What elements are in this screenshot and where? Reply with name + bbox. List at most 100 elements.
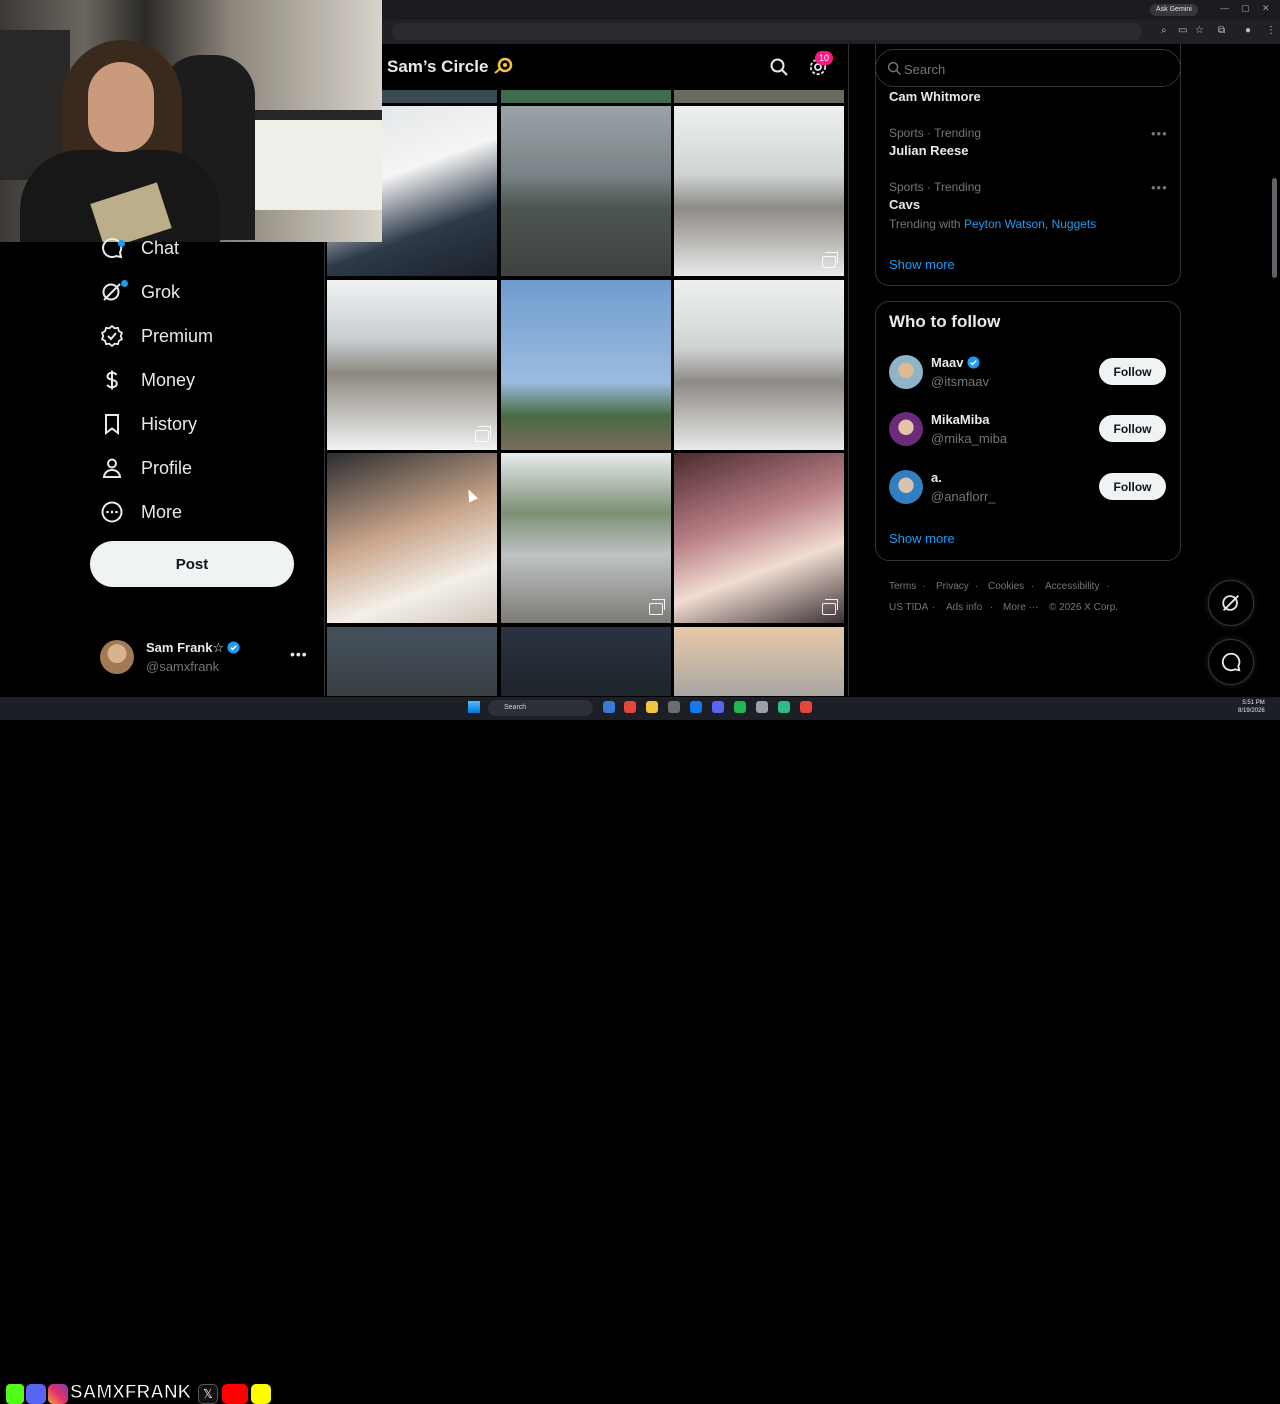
messages-fab[interactable] bbox=[1208, 639, 1254, 685]
suggestion-handle: @mika_miba bbox=[931, 431, 1008, 446]
trend-name[interactable]: Cam Whitmore bbox=[889, 89, 981, 104]
browser-menu-icon[interactable]: ⋮ bbox=[1266, 25, 1276, 36]
media-tile[interactable] bbox=[327, 453, 497, 623]
media-tile[interactable] bbox=[327, 280, 497, 450]
nav-label: Chat bbox=[141, 237, 180, 258]
footer-link-us-tida[interactable]: US TIDA bbox=[889, 602, 928, 613]
media-tile[interactable] bbox=[501, 280, 671, 450]
media-tile[interactable] bbox=[674, 627, 844, 696]
follow-suggestion[interactable]: Maav @itsmaav Follow bbox=[889, 355, 1169, 395]
media-tile[interactable] bbox=[327, 627, 497, 696]
media-tile[interactable] bbox=[501, 90, 671, 103]
media-tile[interactable] bbox=[674, 280, 844, 450]
taskbar-search[interactable]: Search bbox=[488, 700, 593, 716]
trend-name[interactable]: Julian Reese bbox=[889, 143, 969, 158]
chat-notification-dot bbox=[118, 240, 125, 247]
trend-name[interactable]: Cavs bbox=[889, 197, 920, 212]
follow-suggestion[interactable]: a. @anaflorr_ Follow bbox=[889, 470, 1169, 510]
trend-link[interactable]: Nuggets bbox=[1052, 217, 1097, 231]
grok-notification-dot bbox=[121, 280, 128, 287]
avatar bbox=[889, 470, 923, 504]
footer-link-terms[interactable]: Terms bbox=[889, 581, 916, 592]
chrome-icon[interactable] bbox=[624, 701, 636, 713]
windows-start-icon[interactable] bbox=[468, 701, 480, 713]
show-more-link[interactable]: Show more bbox=[889, 531, 955, 546]
footer-link-more[interactable]: More ··· bbox=[1003, 602, 1039, 613]
scrollbar[interactable] bbox=[1272, 178, 1277, 278]
account-switcher[interactable]: Sam Frank☆ @samxfrank ••• bbox=[100, 638, 310, 678]
show-more-link[interactable]: Show more bbox=[889, 257, 955, 272]
footer-link-cookies[interactable]: Cookies bbox=[988, 581, 1024, 592]
dizzy-emoji-icon bbox=[494, 57, 513, 74]
ask-gemini-button[interactable]: Ask Gemini bbox=[1150, 4, 1198, 16]
nav-label: More bbox=[141, 501, 183, 522]
footer-link-privacy[interactable]: Privacy bbox=[936, 581, 969, 592]
post-button[interactable]: Post bbox=[90, 541, 294, 587]
follow-button[interactable]: Follow bbox=[1099, 415, 1166, 442]
follow-button[interactable]: Follow bbox=[1099, 473, 1166, 500]
nav-item-more[interactable]: More bbox=[100, 497, 182, 527]
bookmark-icon bbox=[105, 414, 119, 435]
nav-item-history[interactable]: History bbox=[100, 409, 197, 439]
webcam-feed bbox=[0, 0, 382, 242]
nav-item-premium[interactable]: Premium bbox=[100, 321, 213, 351]
instagram-icon bbox=[48, 1384, 68, 1404]
media-tile[interactable] bbox=[501, 453, 671, 623]
chrome-icon[interactable] bbox=[800, 701, 812, 713]
suggestion-name: a. bbox=[931, 470, 942, 485]
multi-photo-icon bbox=[649, 599, 665, 615]
media-tile[interactable] bbox=[501, 627, 671, 696]
search-icon[interactable] bbox=[769, 57, 789, 77]
webcam-person-face bbox=[88, 62, 154, 152]
chat-icon bbox=[1221, 652, 1241, 672]
nav-item-money[interactable]: Money bbox=[100, 365, 195, 395]
footer-separator: · bbox=[1031, 581, 1035, 592]
nav-item-grok[interactable]: Grok bbox=[100, 277, 180, 307]
facebook-icon[interactable] bbox=[690, 701, 702, 713]
footer-link-ads-info[interactable]: Ads info bbox=[946, 602, 982, 613]
media-tile[interactable] bbox=[674, 106, 844, 276]
nav-label: Money bbox=[141, 369, 196, 390]
spotify-icon[interactable] bbox=[734, 701, 746, 713]
trending-with-label: Trending with bbox=[889, 217, 961, 231]
edge-icon[interactable] bbox=[603, 701, 615, 713]
follow-suggestion[interactable]: MikaMiba @mika_miba Follow bbox=[889, 412, 1169, 452]
footer-separator: · bbox=[932, 602, 936, 613]
cast-icon[interactable]: ▭ bbox=[1178, 25, 1187, 36]
footer-link-accessibility[interactable]: Accessibility bbox=[1045, 581, 1099, 592]
zoom-icon[interactable]: ⌕ bbox=[1161, 25, 1167, 36]
clock-time: 5:51 PM bbox=[1242, 700, 1265, 706]
ellipsis-icon[interactable]: ••• bbox=[1151, 126, 1168, 141]
grok-fab[interactable] bbox=[1208, 580, 1254, 626]
profile-icon[interactable]: ● bbox=[1245, 25, 1251, 36]
ellipsis-icon[interactable]: ••• bbox=[290, 646, 308, 662]
trend-meta: Sports · Trending bbox=[889, 126, 982, 140]
account-name: Sam Frank☆ bbox=[146, 640, 240, 656]
app-icon[interactable] bbox=[778, 701, 790, 713]
media-tile[interactable] bbox=[674, 453, 844, 623]
nav-item-profile[interactable]: Profile bbox=[100, 453, 192, 483]
media-tile[interactable] bbox=[674, 90, 844, 103]
settings-app-icon[interactable] bbox=[756, 701, 768, 713]
file-explorer-icon[interactable] bbox=[646, 701, 658, 713]
media-tile[interactable] bbox=[501, 106, 671, 276]
nav-label: History bbox=[141, 413, 198, 434]
extensions-icon[interactable]: ⧉ bbox=[1218, 25, 1225, 36]
multi-photo-icon bbox=[822, 599, 838, 615]
app-icon[interactable] bbox=[668, 701, 680, 713]
discord-icon[interactable] bbox=[712, 701, 724, 713]
discord-icon bbox=[26, 1384, 46, 1404]
copyright: © 2026 X Corp. bbox=[1049, 602, 1119, 613]
minimize-icon[interactable]: — bbox=[1220, 3, 1229, 13]
nav-item-chat[interactable]: Chat bbox=[100, 233, 179, 263]
maximize-icon[interactable]: ▢ bbox=[1241, 3, 1250, 14]
system-clock[interactable]: 5:51 PM 8/19/2026 bbox=[1238, 699, 1265, 715]
follow-button[interactable]: Follow bbox=[1099, 358, 1166, 385]
nav-label: Profile bbox=[141, 457, 193, 478]
verified-badge-icon bbox=[966, 356, 980, 369]
address-bar[interactable] bbox=[392, 23, 1142, 40]
close-window-icon[interactable]: ✕ bbox=[1262, 3, 1270, 14]
star-icon[interactable]: ☆ bbox=[1195, 25, 1204, 36]
trend-link[interactable]: Peyton Watson bbox=[964, 217, 1045, 231]
ellipsis-icon[interactable]: ••• bbox=[1151, 180, 1168, 195]
